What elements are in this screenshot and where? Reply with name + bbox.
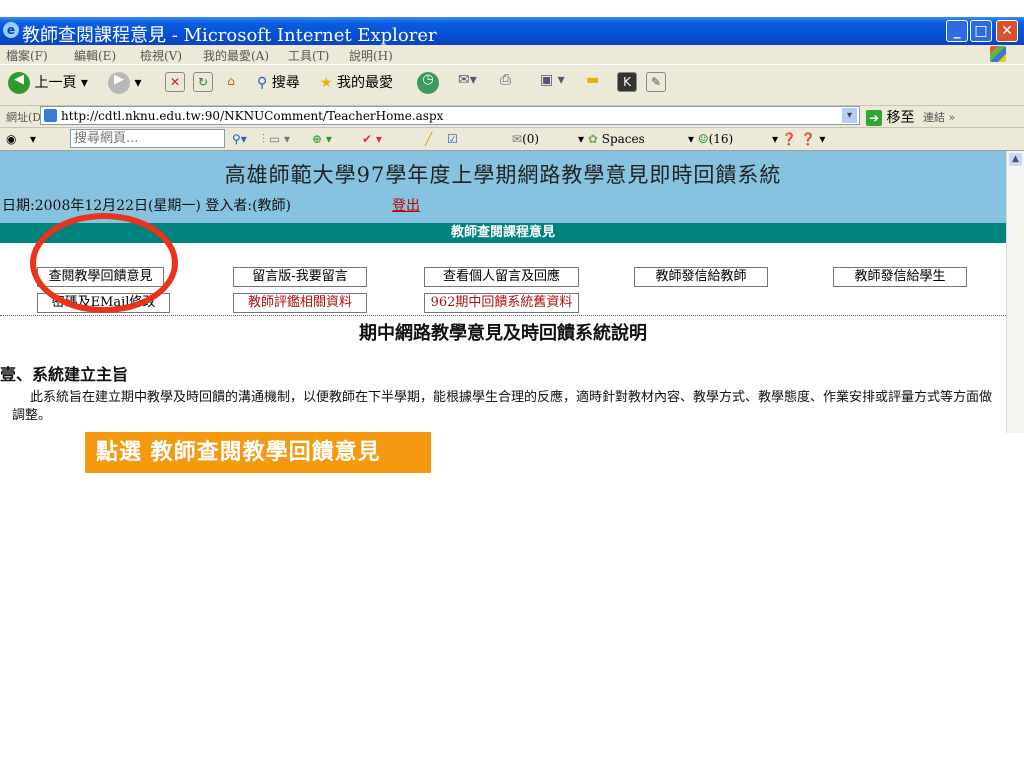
- mail-icon: ✉▾: [458, 72, 477, 88]
- menu-tools[interactable]: 工具(T): [288, 47, 329, 64]
- ie-logo-icon: e: [3, 22, 19, 38]
- page-header: 高雄師範大學97學年度上學期網路教學意見即時回饋系統 日期:2008年12月22…: [0, 151, 1006, 223]
- buddies-count: (16): [708, 132, 734, 146]
- system-title: 期中網路教學意見及時回饋系統說明: [359, 323, 647, 344]
- pen-icon[interactable]: ╱: [425, 132, 432, 146]
- mail-button[interactable]: ✉▾: [458, 72, 477, 88]
- instruction-callout: 點選 教師查閱教學回饋意見: [85, 432, 431, 473]
- book-icon: ✎: [646, 72, 666, 92]
- vertical-scrollbar[interactable]: ▲: [1006, 151, 1024, 433]
- nav-mail-teacher-button[interactable]: 教師發信給教師: [634, 267, 768, 287]
- butterfly-icon[interactable]: ✔ ▾: [362, 132, 382, 146]
- menu-edit[interactable]: 編輯(E): [74, 47, 116, 64]
- date-line: 日期:2008年12月22日(星期一) 登入者:(教師): [2, 198, 291, 214]
- back-arrow-icon: ◀: [8, 72, 30, 94]
- refresh-icon: ↻: [193, 72, 213, 92]
- buddies-icon: ☺: [697, 132, 709, 146]
- folder-button[interactable]: ▬: [586, 72, 599, 88]
- stop-icon: ✕: [165, 72, 185, 92]
- windows-logo-icon: [990, 46, 1006, 62]
- research-button[interactable]: ✎: [646, 72, 666, 92]
- menu-help[interactable]: 說明(H): [349, 47, 393, 64]
- links-toolbar: ◉ ▾ ⚲▾ ⫶ ▭ ▾ ⊕ ▾ ✔ ▾ ╱ ☑ ✉(0) ▾ ✿ Spaces…: [0, 128, 1024, 151]
- address-dropdown-icon[interactable]: ▾: [842, 108, 857, 123]
- star-icon: ★: [320, 75, 333, 91]
- search-go-icon[interactable]: ⚲▾: [232, 132, 247, 146]
- search-menu-icon[interactable]: ▾: [30, 132, 36, 146]
- go-arrow-icon: ➔: [866, 110, 882, 126]
- go-label: 移至: [886, 110, 915, 126]
- search-icon: ⚲: [257, 75, 268, 91]
- standard-toolbar: ◀ 上一頁 ▾ ▶ ▾ ✕ ↻ ⌂ ⚲ 搜尋 ★ 我的最愛 ◷ ✉▾ ⎙ ▣ ▾…: [0, 64, 1024, 106]
- logout-link[interactable]: 登出: [392, 195, 420, 215]
- edit-button[interactable]: ▣ ▾: [540, 72, 565, 88]
- site-title: 高雄師範大學97學年度上學期網路教學意見即時回饋系統: [224, 163, 782, 187]
- favorites-label: 我的最愛: [337, 75, 394, 91]
- web-search-field[interactable]: [70, 129, 225, 148]
- back-button[interactable]: ◀ 上一頁 ▾: [8, 72, 88, 94]
- mail-count: (0): [522, 132, 540, 146]
- mail-count-button[interactable]: ✉(0): [512, 132, 539, 146]
- home-button[interactable]: ⌂: [222, 72, 240, 90]
- history-icon: ◷: [417, 72, 439, 94]
- k-app-icon: K: [617, 72, 637, 92]
- print-button[interactable]: ⎙: [500, 72, 511, 88]
- window-title: 教師查閱課程意見 - Microsoft Internet Explorer: [22, 25, 437, 46]
- dotted-divider: [0, 315, 1006, 316]
- links-button[interactable]: 連結 »: [923, 109, 955, 125]
- checkbox-icon[interactable]: ☑: [447, 132, 458, 146]
- help-menu-button[interactable]: ▾ ❓ ❓ ▾: [772, 132, 825, 146]
- messenger-button[interactable]: K: [617, 72, 637, 92]
- highlight-circle: [30, 213, 178, 313]
- menu-view[interactable]: 檢視(V): [140, 47, 182, 64]
- minimize-button[interactable]: _: [946, 20, 968, 42]
- search-button[interactable]: ⚲ 搜尋: [257, 72, 300, 92]
- page-icon: [44, 109, 57, 122]
- add-icon[interactable]: ⊕ ▾: [312, 132, 332, 146]
- stop-button[interactable]: ✕: [165, 72, 185, 92]
- scroll-up-icon[interactable]: ▲: [1009, 153, 1022, 166]
- nav-message-board-button[interactable]: 留言版-我要留言: [233, 267, 367, 287]
- close-button[interactable]: ✕: [996, 20, 1018, 42]
- forward-arrow-icon: ▶: [108, 72, 130, 94]
- nav-mail-student-button[interactable]: 教師發信給學生: [833, 267, 967, 287]
- nav-old-data-button[interactable]: 962期中回饋系統舊資料: [424, 293, 579, 313]
- folder-icon: ▬: [586, 72, 600, 88]
- envelope-icon: ✉: [512, 132, 523, 146]
- maximize-button[interactable]: □: [970, 20, 992, 42]
- forward-button[interactable]: ▶ ▾: [108, 72, 141, 94]
- nav-personal-messages-button[interactable]: 查看個人留言及回應: [424, 267, 579, 287]
- refresh-button[interactable]: ↻: [193, 72, 213, 92]
- menu-bar: 檔案(F) 編輯(E) 檢視(V) 我的最愛(A) 工具(T) 說明(H): [0, 45, 1024, 64]
- back-label: 上一頁: [34, 75, 77, 91]
- highlight-icon[interactable]: ⫶ ▭ ▾: [262, 132, 290, 147]
- spaces-icon: ✿: [587, 132, 598, 146]
- printer-icon: ⎙: [500, 72, 512, 88]
- msn-icon[interactable]: ◉: [6, 132, 16, 146]
- edit-icon: ▣ ▾: [540, 72, 565, 88]
- intro-paragraph: 此系統旨在建立期中教學及時回饋的溝通機制，以便教師在下半學期，能根據學生合理的反…: [12, 390, 993, 423]
- question-icon: ❓: [781, 132, 797, 146]
- spaces-button[interactable]: ▾ ✿ Spaces: [578, 132, 645, 146]
- search-label: 搜尋: [271, 75, 300, 91]
- section-heading: 壹、系統建立主旨: [0, 365, 129, 384]
- address-url: http://cdtl.nknu.edu.tw:90/NKNUComment/T…: [61, 109, 444, 123]
- title-bar: e 教師查閱課程意見 - Microsoft Internet Explorer…: [0, 17, 1024, 46]
- favorites-button[interactable]: ★ 我的最愛: [320, 72, 393, 92]
- history-button[interactable]: ◷: [417, 72, 439, 94]
- address-field[interactable]: http://cdtl.nknu.edu.tw:90/NKNUComment/T…: [40, 106, 860, 125]
- links-label: 連結: [923, 111, 945, 124]
- web-search-input[interactable]: [71, 130, 225, 146]
- nav-evaluation-data-button[interactable]: 教師評鑑相關資料: [233, 293, 367, 313]
- question-icon-2: ❓: [800, 132, 816, 146]
- home-icon: ⌂: [227, 74, 235, 88]
- menu-file[interactable]: 檔案(F): [6, 47, 48, 64]
- buddies-button[interactable]: ▾ ☺(16): [688, 132, 733, 146]
- spaces-label: Spaces: [601, 132, 645, 146]
- address-bar: 網址(D) http://cdtl.nknu.edu.tw:90/NKNUCom…: [0, 105, 1024, 128]
- menu-favorites[interactable]: 我的最愛(A): [203, 47, 269, 64]
- go-button[interactable]: ➔ 移至: [866, 107, 914, 127]
